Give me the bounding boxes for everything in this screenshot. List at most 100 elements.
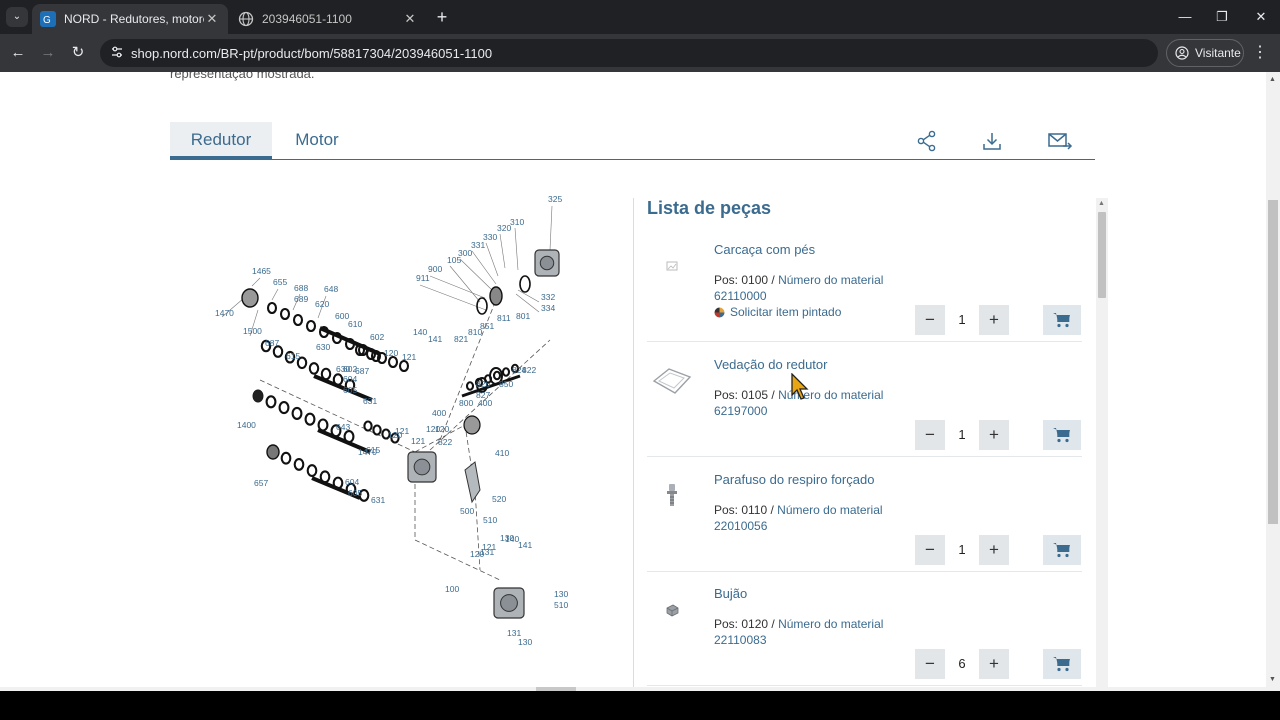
diagram-label[interactable]: 655: [273, 277, 287, 287]
scroll-up-arrow-icon[interactable]: ▲: [1269, 76, 1276, 83]
diagram-label[interactable]: 400: [478, 398, 492, 408]
diagram-label[interactable]: 620: [315, 299, 329, 309]
add-to-cart-button[interactable]: [1043, 535, 1081, 565]
address-bar[interactable]: shop.nord.com/BR-pt/product/bom/58817304…: [100, 39, 1158, 67]
mail-forward-icon[interactable]: [1047, 130, 1073, 152]
quantity-value[interactable]: 1: [945, 535, 979, 565]
parts-list-scrollbar[interactable]: ▲: [1096, 198, 1108, 687]
diagram-label[interactable]: 648: [324, 284, 338, 294]
diagram-label[interactable]: 604: [345, 477, 359, 487]
page-scrollbar[interactable]: ▲ ▼: [1266, 72, 1280, 691]
forward-arrow-icon[interactable]: →: [38, 43, 58, 63]
increase-quantity-button[interactable]: +: [979, 420, 1009, 450]
diagram-label[interactable]: 510: [483, 515, 497, 525]
site-info-icon[interactable]: [110, 45, 124, 59]
diagram-label[interactable]: 602: [370, 332, 384, 342]
increase-quantity-button[interactable]: +: [979, 305, 1009, 335]
part-name[interactable]: Vedação do redutor: [714, 357, 827, 372]
quantity-value[interactable]: 6: [945, 649, 979, 679]
diagram-label[interactable]: 500: [460, 506, 474, 516]
diagram-label[interactable]: 334: [541, 303, 555, 313]
diagram-label[interactable]: 510: [554, 600, 568, 610]
diagram-label[interactable]: 850: [499, 379, 513, 389]
diagram-label[interactable]: 602: [343, 364, 357, 374]
diagram-label[interactable]: 801: [516, 311, 530, 321]
diagram-label[interactable]: 689: [294, 294, 308, 304]
tab-redutor[interactable]: Redutor: [170, 122, 272, 160]
browser-tab-product[interactable]: 203946051-1100 ✕: [230, 4, 426, 34]
diagram-label[interactable]: 900: [428, 264, 442, 274]
diagram-label[interactable]: 121: [402, 352, 416, 362]
increase-quantity-button[interactable]: +: [979, 535, 1009, 565]
diagram-label[interactable]: 688: [294, 283, 308, 293]
diagram-label[interactable]: 320: [497, 223, 511, 233]
diagram-label[interactable]: 1500: [243, 326, 262, 336]
diagram-label[interactable]: 1465: [252, 266, 271, 276]
scroll-up-arrow-icon[interactable]: ▲: [1098, 200, 1105, 207]
diagram-label[interactable]: 141: [428, 334, 442, 344]
diagram-label[interactable]: 120: [470, 549, 484, 559]
diagram-label[interactable]: 332: [541, 292, 555, 302]
diagram-label[interactable]: 121: [395, 426, 409, 436]
decrease-quantity-button[interactable]: −: [915, 420, 945, 450]
reload-icon[interactable]: ↻: [68, 43, 88, 63]
diagram-label[interactable]: 811: [497, 313, 511, 323]
add-to-cart-button[interactable]: [1043, 420, 1081, 450]
diagram-label[interactable]: 325: [548, 194, 562, 204]
diagram-label[interactable]: 824: [512, 365, 526, 375]
diagram-label[interactable]: 605: [343, 385, 357, 395]
tab-motor[interactable]: Motor: [282, 122, 352, 159]
quantity-value[interactable]: 1: [945, 420, 979, 450]
tab-search-button[interactable]: ⌄: [6, 7, 28, 27]
diagram-label[interactable]: 400: [432, 408, 446, 418]
diagram-label[interactable]: 310: [510, 217, 524, 227]
diagram-label[interactable]: 822: [438, 437, 452, 447]
diagram-label[interactable]: 141: [518, 540, 532, 550]
diagram-label[interactable]: 121: [411, 436, 425, 446]
scroll-down-arrow-icon[interactable]: ▼: [1269, 676, 1276, 683]
diagram-label[interactable]: 657: [254, 478, 268, 488]
diagram-label[interactable]: 851: [480, 321, 494, 331]
download-icon[interactable]: [981, 130, 1003, 152]
diagram-label[interactable]: 331: [471, 240, 485, 250]
browser-tab-nord[interactable]: G NORD - Redutores, motoredutores ✕: [32, 4, 228, 34]
quantity-value[interactable]: 1: [945, 305, 979, 335]
diagram-label[interactable]: 800: [459, 398, 473, 408]
increase-quantity-button[interactable]: +: [979, 649, 1009, 679]
diagram-label[interactable]: 140: [413, 327, 427, 337]
request-painted-link[interactable]: Solicitar item pintado: [714, 305, 841, 319]
share-icon[interactable]: [916, 130, 938, 152]
diagram-label[interactable]: 631: [363, 396, 377, 406]
back-arrow-icon[interactable]: ←: [8, 43, 28, 63]
minimize-icon[interactable]: —: [1170, 8, 1200, 26]
diagram-label[interactable]: 120: [384, 348, 398, 358]
parts-list-panel[interactable]: Lista de peças Carcaça com pés Pos: 0100…: [633, 198, 1108, 687]
close-tab-icon[interactable]: ✕: [204, 11, 220, 27]
diagram-label[interactable]: 410: [495, 448, 509, 458]
diagram-label[interactable]: 610: [348, 319, 362, 329]
scrollbar-thumb[interactable]: [1098, 212, 1106, 298]
diagram-label[interactable]: 1470: [358, 447, 377, 457]
diagram-label[interactable]: 631: [371, 495, 385, 505]
profile-button[interactable]: Visitante: [1166, 39, 1244, 67]
diagram-label[interactable]: 1400: [237, 420, 256, 430]
diagram-label[interactable]: 100: [445, 584, 459, 594]
part-name[interactable]: Carcaça com pés: [714, 242, 815, 257]
exploded-view-diagram[interactable]: 3253103203303313009001059113323341401418…: [200, 190, 600, 655]
kebab-menu-icon[interactable]: ⋮: [1252, 43, 1268, 63]
decrease-quantity-button[interactable]: −: [915, 535, 945, 565]
part-name[interactable]: Parafuso do respiro forçado: [714, 472, 874, 487]
add-to-cart-button[interactable]: [1043, 649, 1081, 679]
add-to-cart-button[interactable]: [1043, 305, 1081, 335]
diagram-label[interactable]: 1470: [215, 308, 234, 318]
diagram-label[interactable]: 643: [336, 422, 350, 432]
diagram-label[interactable]: 615: [286, 351, 300, 361]
window-close-icon[interactable]: ✕: [1246, 8, 1276, 26]
diagram-label[interactable]: 605: [348, 488, 362, 498]
close-tab-icon[interactable]: ✕: [402, 11, 418, 27]
diagram-label[interactable]: 687: [265, 338, 279, 348]
decrease-quantity-button[interactable]: −: [915, 649, 945, 679]
restore-icon[interactable]: ❐: [1207, 8, 1237, 26]
diagram-label[interactable]: 120: [435, 424, 449, 434]
scrollbar-thumb[interactable]: [1268, 200, 1278, 524]
